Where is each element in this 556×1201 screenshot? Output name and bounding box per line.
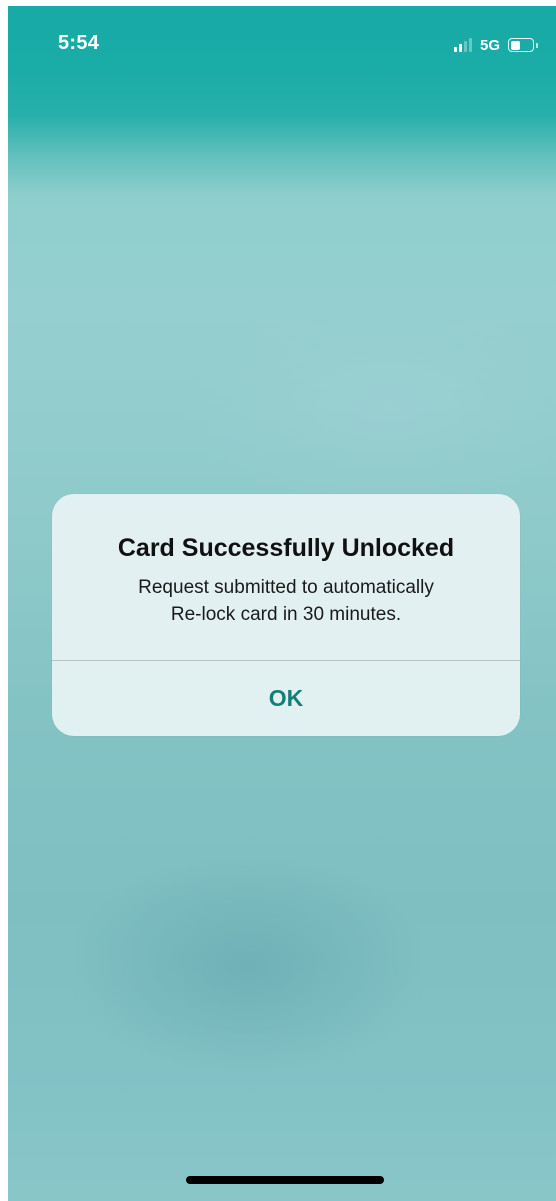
network-type: 5G (479, 36, 500, 54)
alert-title: Card Successfully Unlocked (117, 534, 455, 562)
home-indicator[interactable] (186, 1176, 384, 1184)
alert-message-line: Re-lock card in 30 minutes. (170, 604, 402, 625)
alert-message: Request submitted to automatically Re-lo… (72, 574, 500, 628)
alert-message-line: Request submitted to automatically (138, 577, 434, 598)
alert-dialog: Card Successfully Unlocked Request submi… (52, 494, 520, 736)
app-screen: 5:54 5G Card Successfully Unlocked Reque… (8, 6, 556, 1201)
battery-icon (508, 38, 538, 52)
cellular-signal-icon (453, 38, 472, 52)
status-bar: 5:54 5G (8, 6, 556, 86)
ok-button[interactable]: OK (52, 661, 520, 736)
status-indicators: 5G (453, 36, 538, 54)
status-time: 5:54 (58, 32, 100, 54)
